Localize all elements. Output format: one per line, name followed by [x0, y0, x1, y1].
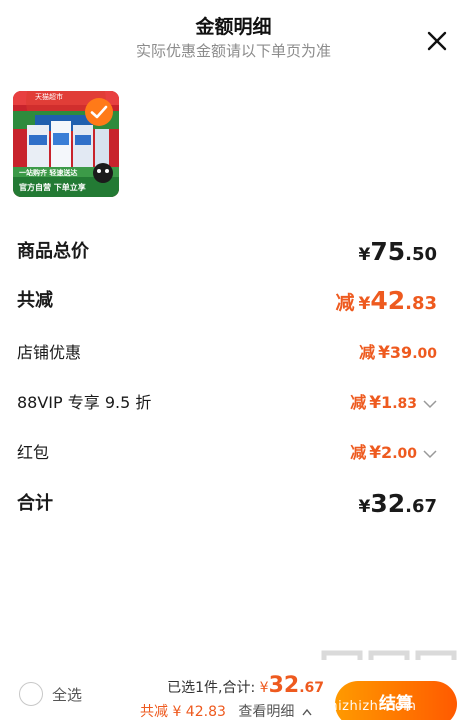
row-label: 合计	[17, 493, 53, 514]
total-discount: 共减 ¥ 42.83	[140, 704, 226, 720]
order-summary: 已选1件,合计: ¥32.67	[167, 673, 324, 698]
amount-detail-sheet: 金额明细 实际优惠金额请以下单页为准 天猫超市 一站购齐 轻速送达 官方自营 下…	[0, 0, 467, 720]
row-label: 88VIP 专享 9.5 折	[17, 393, 152, 412]
total-label: 合计:	[222, 680, 256, 696]
thumb-banner-line2: 官方自营 下单立享	[19, 183, 86, 192]
total-decimal: .67	[299, 680, 324, 696]
amount-currency: ¥	[378, 343, 390, 363]
chevron-down-icon[interactable]	[423, 449, 437, 459]
amount-decimal: .50	[405, 244, 437, 265]
amount-prefix: 减	[335, 292, 355, 314]
amount-prefix: 减	[359, 343, 376, 362]
sheet-subtitle: 实际优惠金额请以下单页为准	[135, 42, 331, 60]
amount-integer: 42	[370, 286, 406, 315]
amount-integer: 1	[381, 393, 393, 412]
amount-currency: ¥	[358, 497, 371, 517]
row-88vip-discount[interactable]: 88VIP 专享 9.5 折 减 ¥1.83	[17, 383, 437, 423]
amount-integer: 75	[370, 237, 406, 266]
row-amount: ¥75.50	[354, 232, 437, 275]
row-amount: 减 ¥42.83	[335, 281, 437, 324]
row-amount: ¥32.67	[354, 484, 437, 527]
row-label: 红包	[17, 443, 50, 462]
close-icon[interactable]	[423, 27, 451, 55]
thumb-badge-top: 天猫超市	[35, 93, 63, 101]
view-details-label: 查看明细	[238, 704, 295, 720]
row-amount: 减 ¥2.00	[350, 433, 437, 474]
row-amount: 减 ¥1.83	[350, 383, 437, 424]
total-currency: ¥	[259, 680, 269, 696]
select-all-label[interactable]: 全选	[52, 684, 82, 705]
select-all-radio[interactable]	[19, 682, 43, 706]
view-details-link[interactable]: 查看明细	[238, 704, 312, 720]
amount-decimal: .83	[405, 293, 437, 314]
amount-prefix: 减	[350, 393, 367, 412]
row-grand-total: 合计 ¥32.67	[17, 484, 437, 524]
checkout-button[interactable]: 结算	[335, 681, 457, 720]
amount-integer: 32	[370, 489, 406, 518]
thumb-banner-line1: 一站购齐 轻速送达	[19, 169, 78, 177]
bottom-bar: 全选 已选1件,合计: ¥32.67 共减 ¥ 42.83 查看明细 结算	[0, 660, 467, 720]
amount-currency: ¥	[369, 443, 382, 463]
amount-currency: ¥	[358, 245, 371, 265]
amount-prefix: 减	[350, 443, 367, 462]
amount-currency: ¥	[369, 393, 382, 413]
sheet-title: 金额明细	[195, 16, 272, 38]
amount-decimal: .00	[392, 446, 417, 462]
selected-count: 已选1件,	[167, 680, 223, 696]
chevron-down-icon[interactable]	[423, 399, 437, 409]
amount-integer: 39	[389, 343, 413, 362]
row-label: 店铺优惠	[17, 343, 82, 362]
amount-decimal: .00	[412, 346, 437, 362]
row-amount: 减 ¥39.00	[359, 333, 437, 374]
amount-decimal: .83	[392, 396, 417, 412]
amount-currency: ¥	[358, 294, 371, 314]
chevron-up-icon	[302, 708, 312, 716]
discount-summary: 共减 ¥ 42.83 查看明细	[140, 701, 312, 720]
row-label: 共减	[17, 290, 53, 311]
row-total-discount: 共减 减 ¥42.83	[17, 281, 437, 321]
row-label: 商品总价	[17, 241, 89, 262]
row-store-discount: 店铺优惠 减 ¥39.00	[17, 333, 437, 373]
amount-decimal: .67	[405, 496, 437, 517]
amount-integer: 2	[381, 443, 393, 462]
product-selected-check-icon[interactable]	[84, 97, 114, 127]
total-integer: 32	[268, 673, 300, 698]
row-subtotal: 商品总价 ¥75.50	[17, 232, 437, 272]
row-red-packet[interactable]: 红包 减 ¥2.00	[17, 433, 437, 473]
